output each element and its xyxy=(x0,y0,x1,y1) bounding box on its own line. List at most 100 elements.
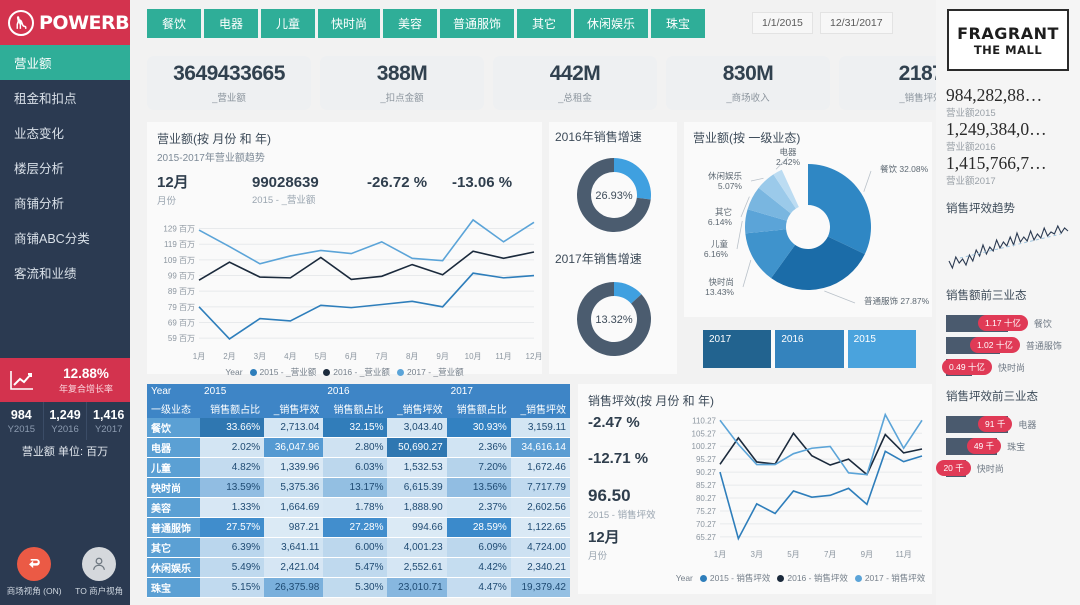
kpi-value: 830M xyxy=(722,62,774,85)
svg-text:5月: 5月 xyxy=(787,550,799,559)
legend-title: Year xyxy=(675,573,693,583)
year-selector-cell-0[interactable]: 2017 xyxy=(703,330,772,368)
table-row[interactable]: 其它 6.39% 3,641.11 6.00% 4,001.23 6.09% 4,724.0… xyxy=(147,537,570,558)
table-cell: 2,602.56 xyxy=(510,497,570,518)
table-sub-header: _销售坪效 xyxy=(264,399,324,418)
table-header-row-1: Year 2015 2016 2017 xyxy=(147,384,570,399)
table-cell: 26,375.98 xyxy=(264,577,324,598)
legend-label: 2016 - 销售坪效 xyxy=(787,573,848,583)
table-cell: 7,717.79 xyxy=(510,477,570,498)
table-cell: 23,010.71 xyxy=(387,577,447,598)
tenant-view-toggle[interactable]: TO 商户视角 xyxy=(75,547,123,597)
table-row-category: 休闲娱乐 xyxy=(147,557,201,578)
revenue-stat-pct1: -26.72 % xyxy=(367,174,428,191)
table-cell: 3,043.40 xyxy=(387,418,447,438)
table-cell: 2.02% xyxy=(200,437,265,458)
table-cell: 6,615.39 xyxy=(387,477,447,498)
sidebar-year-label: Y2016 xyxy=(51,423,79,435)
revenue-stat-value-label: 2015 - _营业额 xyxy=(252,195,316,206)
svg-text:快时尚: 快时尚 xyxy=(708,277,734,287)
table-row-category: 珠宝 xyxy=(147,577,201,598)
sidebar-item-6[interactable]: 客流和业绩 xyxy=(0,255,130,290)
legend-label: 2017 - 销售坪效 xyxy=(864,573,926,583)
table-row[interactable]: 电器 2.02% 36,047.96 2.80% 50,690.27 2.36% 34,61… xyxy=(147,437,570,458)
sidebar-year-label: Y2017 xyxy=(94,423,123,435)
legend-label: 2017 - _营业额 xyxy=(406,367,464,377)
date-from-input[interactable]: 1/1/2015 xyxy=(752,12,813,34)
kpi-card-2: 442M _总租金 xyxy=(493,56,657,110)
table-cell: 2,552.61 xyxy=(387,557,447,578)
table-cell: 2,340.21 xyxy=(510,557,570,578)
table-row-category: 其它 xyxy=(147,537,201,558)
top-perf-title: 销售坪效前三业态 xyxy=(946,391,1038,403)
svg-text:9月: 9月 xyxy=(436,352,448,361)
legend-entry-0[interactable]: 2015 - 销售坪效 xyxy=(699,572,770,584)
table-row[interactable]: 普通服饰 27.57% 987.21 27.28% 994.66 28.59% 1,122.… xyxy=(147,517,570,538)
table-cell: 1,888.90 xyxy=(387,497,447,518)
table-row[interactable]: 快时尚 13.59% 5,375.36 13.17% 6,615.39 13.56% 7,7… xyxy=(147,477,570,498)
category-tab-4[interactable]: 美容 xyxy=(383,9,438,38)
legend-entry-1[interactable]: 2016 - 销售坪效 xyxy=(777,572,848,584)
table-row[interactable]: 美容 1.33% 1,664.69 1.78% 1,888.90 2.37% 2,602.5… xyxy=(147,497,570,518)
revenue-year-value: 1,249,384,0… xyxy=(946,119,1047,139)
top-sales-row-1: 1.02 十亿 普通服饰 xyxy=(946,334,1080,356)
sidebar-item-4[interactable]: 商铺分析 xyxy=(0,185,130,220)
mall-view-icon xyxy=(17,547,52,581)
legend-title: Year xyxy=(225,367,243,377)
top-perf-row-0: 91 千电器 xyxy=(946,413,1080,435)
table-cell: 3,159.11 xyxy=(510,418,570,438)
year-selector-cell-1[interactable]: 2016 xyxy=(775,330,844,368)
table-row[interactable]: 珠宝 5.15% 26,375.98 5.30% 23,010.71 4.47% 19,37… xyxy=(147,577,570,598)
date-to-input[interactable]: 12/31/2017 xyxy=(820,12,893,34)
legend-entry-0[interactable]: 2015 - _营业额 xyxy=(249,366,316,378)
sidebar-year-cell-0: 984 Y2015 xyxy=(0,402,44,440)
table-row[interactable]: 餐饮 33.66% 2,713.04 32.15% 3,043.40 30.93% 3,15… xyxy=(147,418,570,438)
legend-entry-2[interactable]: 2017 - _营业额 xyxy=(396,366,464,378)
table-cell: 1,664.69 xyxy=(264,497,324,518)
sidebar-item-2[interactable]: 业态变化 xyxy=(0,115,130,150)
sidebar-year-strip: 984 Y2015 1,249 Y2016 1,416 Y2017 xyxy=(0,402,130,440)
legend-entry-1[interactable]: 2016 - _营业额 xyxy=(323,366,390,378)
category-tab-5[interactable]: 普通服饰 xyxy=(440,9,515,38)
sidebar-item-3[interactable]: 楼层分析 xyxy=(0,150,130,185)
svg-text:85.27: 85.27 xyxy=(696,481,717,490)
table-row-category: 快时尚 xyxy=(147,477,201,498)
category-tab-2[interactable]: 儿童 xyxy=(261,9,315,38)
table-cell: 27.57% xyxy=(200,517,265,538)
sidebar-item-5[interactable]: 商铺ABC分类 xyxy=(0,220,130,255)
table-cell: 33.66% xyxy=(200,418,265,438)
category-tab-1[interactable]: 电器 xyxy=(204,9,258,38)
table-cell: 27.28% xyxy=(323,517,388,538)
table-cell: 5.15% xyxy=(200,577,265,598)
year-selector-cell-2[interactable]: 2015 xyxy=(847,330,916,368)
growth-donut-panel: 2016年销售增速 26.93% 2017年销售增速 13.32% xyxy=(549,122,677,374)
table-cell: 1,122.65 xyxy=(510,517,570,538)
kpi-label: _营业额 xyxy=(212,93,246,104)
performance-chart-legend: Year 2015 - 销售坪效 2016 - 销售坪效 2017 - 销售坪效 xyxy=(673,572,928,584)
table-row[interactable]: 儿童 4.82% 1,339.96 6.03% 1,532.53 7.20% 1,672.4… xyxy=(147,457,570,478)
revenue-chart-legend: Year 2015 - _营业额 2016 - _营业额 2017 - _营业额 xyxy=(147,366,542,378)
sidebar-item-label: 商铺分析 xyxy=(14,197,65,211)
category-tab-6[interactable]: 其它 xyxy=(517,9,572,38)
sidebar-year-cell-1: 1,249 Y2016 xyxy=(44,402,88,440)
sidebar-item-1[interactable]: 租金和扣点 xyxy=(0,80,130,115)
legend-entry-2[interactable]: 2017 - 销售坪效 xyxy=(854,572,926,584)
table-sub-header: _销售坪效 xyxy=(510,399,570,418)
category-tab-3[interactable]: 快时尚 xyxy=(318,9,381,38)
revenue-trend-subtitle: 2015-2017年营业额趋势 xyxy=(157,153,265,164)
category-tab-8[interactable]: 珠宝 xyxy=(651,9,706,38)
table-cell: 5.30% xyxy=(323,577,388,598)
pie-title: 营业额(按 一级业态) xyxy=(693,131,801,145)
top-sales-value-pill: 0.49 十亿 xyxy=(942,359,992,375)
table-row[interactable]: 休闲娱乐 5.49% 2,421.04 5.47% 2,552.61 4.42% 2,340… xyxy=(147,557,570,578)
category-tab-7[interactable]: 休闲娱乐 xyxy=(574,9,649,38)
sidebar-item-0[interactable]: 营业额 xyxy=(0,45,130,80)
category-tab-0[interactable]: 餐饮 xyxy=(147,9,201,38)
legend-swatch xyxy=(396,369,404,377)
table-cell: 7.20% xyxy=(446,457,511,478)
perf-pct2: -12.71 % xyxy=(588,450,649,467)
revenue-stat-pct2: -13.06 % xyxy=(452,174,513,191)
svg-text:13.32%: 13.32% xyxy=(595,314,633,326)
mall-view-toggle[interactable]: 商场视角 (ON) xyxy=(7,547,62,597)
category-donut-chart: 餐饮 32.08% 普通服饰 27.87% 快时尚13.43% 儿童6.16% 其它6.… xyxy=(704,147,930,306)
